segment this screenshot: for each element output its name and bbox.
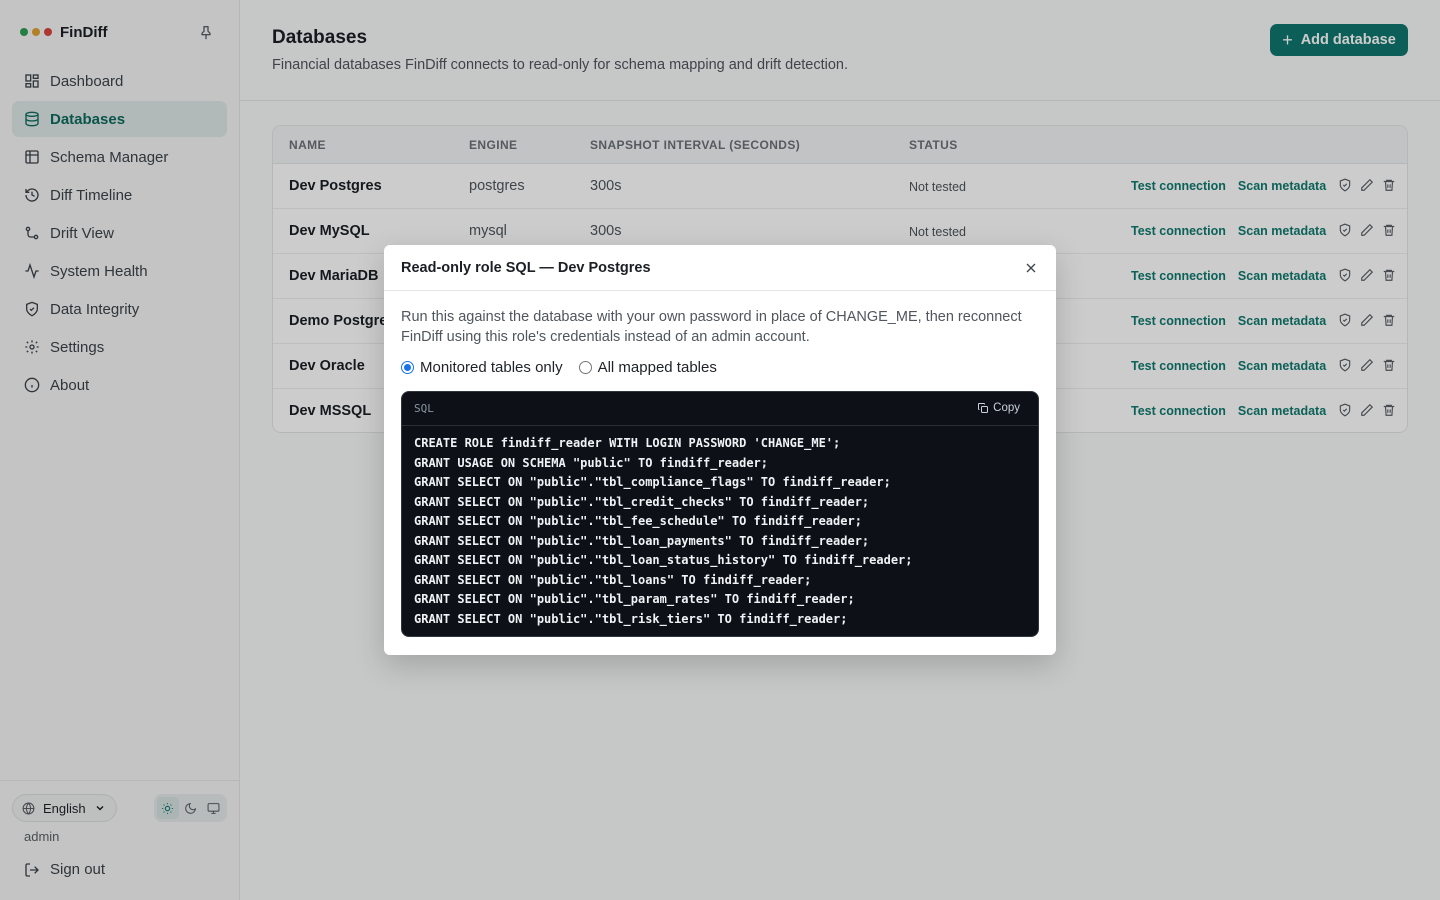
copy-icon: [977, 402, 989, 414]
sql-code[interactable]: CREATE ROLE findiff_reader WITH LOGIN PA…: [414, 434, 913, 629]
code-header: SQL Copy: [402, 392, 1038, 426]
modal-description: Run this against the database with your …: [401, 309, 1022, 345]
radio-all-mapped-tables[interactable]: All mapped tables: [578, 359, 717, 376]
copy-button[interactable]: Copy: [977, 402, 1020, 414]
table-scope-radio-group: Monitored tables only All mapped tables: [401, 359, 733, 376]
sql-code-block: SQL Copy CREATE ROLE findiff_reader WITH…: [401, 391, 1039, 637]
modal-header: Read-only role SQL — Dev Postgres: [384, 245, 1056, 291]
radio-label: Monitored tables only: [420, 359, 563, 376]
radio-checked-icon: [401, 361, 414, 374]
modal-title: Read-only role SQL — Dev Postgres: [401, 260, 651, 276]
sql-modal: Read-only role SQL — Dev Postgres Run th…: [384, 245, 1056, 655]
radio-monitored-tables[interactable]: Monitored tables only: [401, 359, 563, 376]
close-icon[interactable]: [1023, 260, 1039, 276]
copy-label: Copy: [993, 402, 1020, 414]
radio-label: All mapped tables: [597, 359, 717, 376]
radio-unchecked-icon: [578, 361, 592, 374]
code-language: SQL: [414, 402, 434, 415]
